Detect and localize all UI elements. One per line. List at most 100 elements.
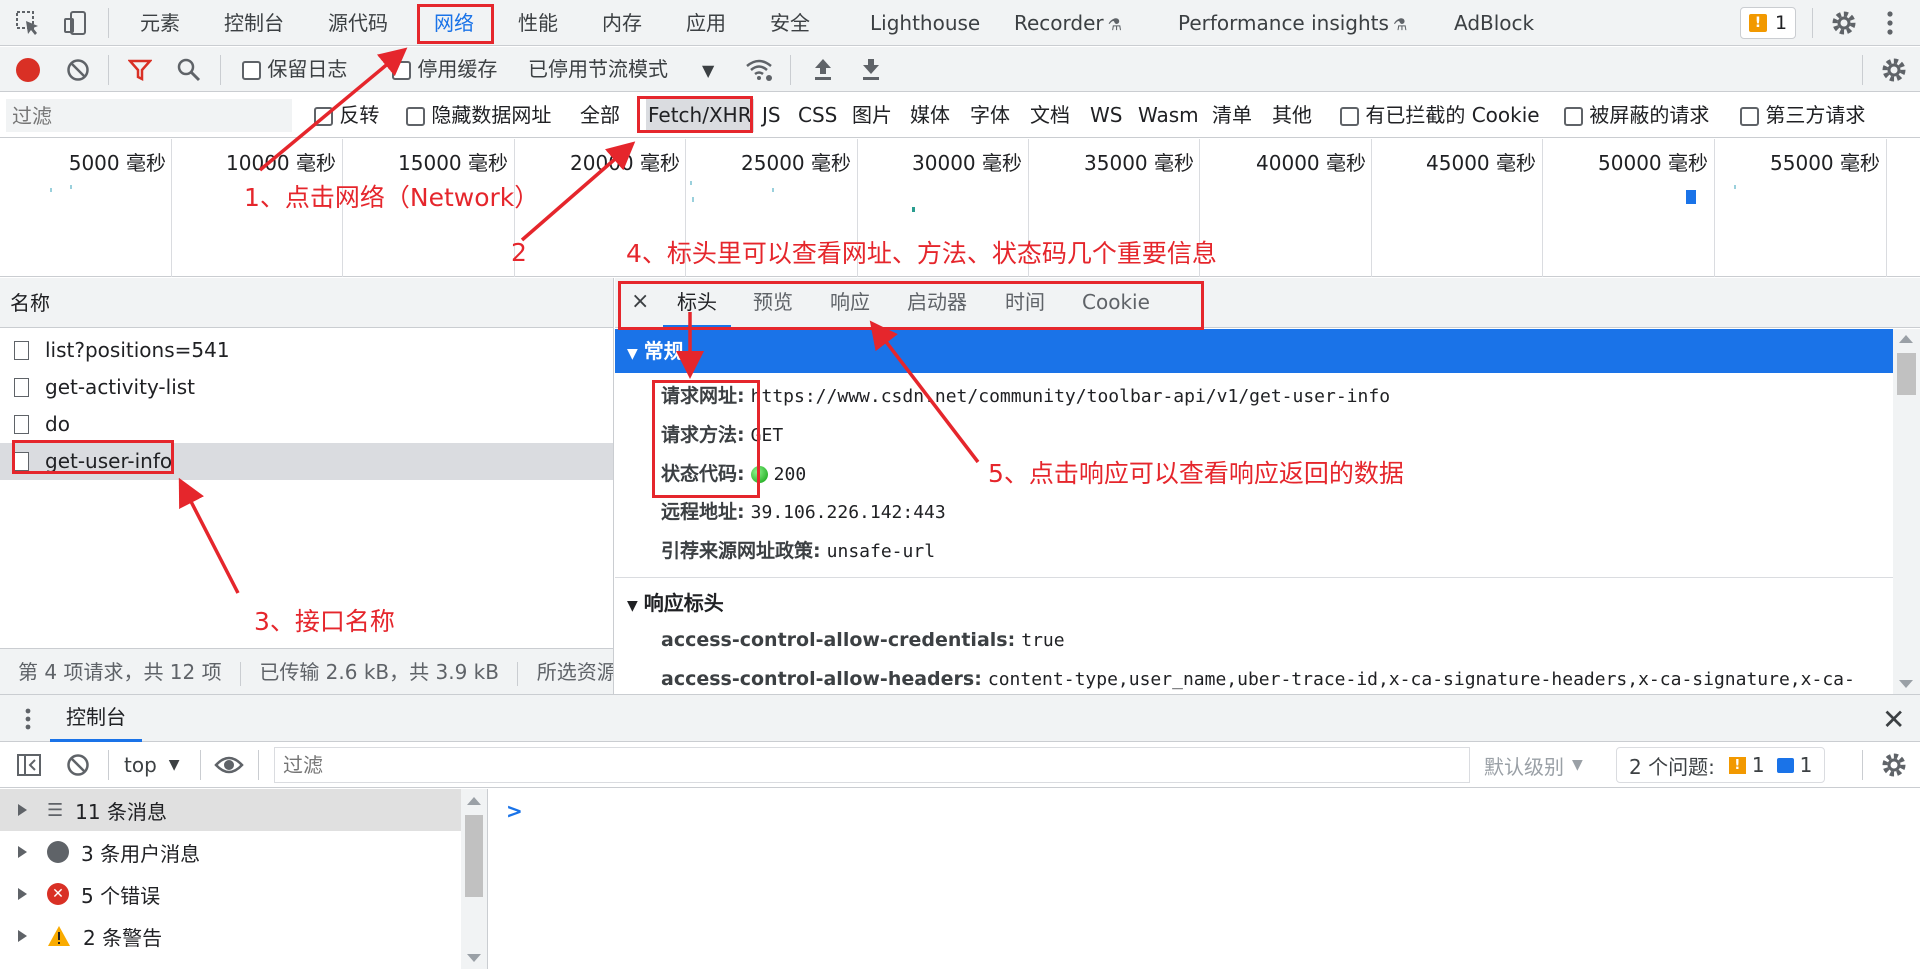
tab-performance-insights[interactable]: Performance insights ⚗ (1178, 0, 1407, 46)
third-party-checkbox[interactable]: 第三方请求 (1740, 93, 1865, 138)
checkbox[interactable] (406, 107, 425, 126)
type-filter-manifest[interactable]: 清单 (1212, 93, 1252, 138)
close-drawer-icon[interactable]: ✕ (1882, 703, 1905, 736)
tab-memory[interactable]: 内存 (602, 0, 642, 46)
type-filter-img[interactable]: 图片 (852, 93, 892, 138)
record-button[interactable] (16, 58, 40, 82)
blocked-cookies-checkbox[interactable]: 有已拦截的 Cookie (1340, 93, 1540, 138)
response-headers-section-header[interactable]: ▼ 响应标头 (615, 581, 1893, 625)
context-select[interactable]: top ▼ (124, 742, 180, 788)
tab-performance[interactable]: 性能 (518, 0, 558, 46)
filter-icon[interactable] (128, 58, 152, 82)
more-options-icon[interactable] (1886, 10, 1894, 36)
clear-console-icon[interactable] (66, 753, 90, 777)
network-settings-gear-icon[interactable] (1880, 56, 1908, 84)
response-header-row: access-control-allow-credentials: true (661, 624, 1065, 656)
tab-console[interactable]: 控制台 (224, 0, 284, 46)
drawer-menu-icon[interactable] (24, 707, 32, 731)
network-filter-row: 反转 隐藏数据网址 全部 Fetch/XHR JS CSS 图片 媒体 字体 文… (0, 93, 1920, 138)
request-row[interactable]: get-activity-list (0, 369, 613, 406)
sidebar-item-messages[interactable]: ☰ 11 条消息 (0, 789, 487, 831)
clear-icon[interactable] (66, 58, 90, 82)
checkbox[interactable] (1740, 107, 1759, 126)
scrollbar-thumb[interactable] (1897, 353, 1916, 395)
import-har-upload-icon[interactable] (812, 57, 834, 81)
inspect-element-icon[interactable] (14, 9, 42, 37)
transferred-status: 已传输 2.6 kB，共 3.9 kB (259, 660, 499, 684)
sidebar-item-errors[interactable]: ✕ 5 个错误 (0, 873, 487, 915)
type-filter-media[interactable]: 媒体 (910, 93, 950, 138)
device-toolbar-icon[interactable] (62, 9, 90, 37)
issues-label: 2 个问题: (1629, 754, 1715, 779)
disable-cache-checkbox[interactable]: 停用缓存 (392, 47, 497, 92)
info-issue-icon (1776, 757, 1794, 773)
search-icon[interactable] (176, 57, 202, 83)
checkbox[interactable] (314, 107, 333, 126)
issues-button[interactable]: 2 个问题: ! 1 1 (1616, 747, 1826, 783)
scroll-up-icon[interactable] (1899, 335, 1913, 343)
tab-adblock[interactable]: AdBlock (1454, 0, 1534, 46)
sidebar-item-warnings[interactable]: 2 条警告 (0, 915, 487, 957)
sidebar-item-label: 5 个错误 (81, 883, 161, 908)
console-prompt[interactable]: > (506, 799, 523, 823)
throttling-select[interactable]: 已停用节流模式 ▼ (528, 47, 714, 92)
checkbox[interactable] (1564, 107, 1583, 126)
annotation-box-request-name (12, 440, 174, 474)
network-conditions-wifi-icon[interactable] (744, 57, 774, 83)
scroll-up-icon[interactable] (467, 797, 481, 805)
timeline-tick-label: 5000 毫秒 (68, 151, 166, 175)
checkbox[interactable] (392, 61, 411, 80)
type-filter-doc[interactable]: 文档 (1030, 93, 1070, 138)
sidebar-item-label: 3 条用户消息 (81, 841, 201, 866)
type-filter-css[interactable]: CSS (798, 93, 837, 138)
type-filter-all[interactable]: 全部 (580, 93, 620, 138)
checkbox[interactable] (242, 61, 261, 80)
console-filter-input[interactable] (274, 747, 1470, 783)
live-expression-eye-icon[interactable] (214, 754, 244, 776)
detail-scrollbar[interactable] (1893, 329, 1920, 694)
timeline-tick-label: 40000 毫秒 (1256, 151, 1366, 175)
tab-application[interactable]: 应用 (686, 0, 726, 46)
preserve-log-label: 保留日志 (267, 57, 348, 81)
issues-badge-button[interactable]: ! 1 (1740, 7, 1797, 39)
blocked-requests-checkbox[interactable]: 被屏蔽的请求 (1564, 93, 1709, 138)
scroll-down-icon[interactable] (467, 954, 481, 962)
issues-count: 1 (1775, 12, 1788, 34)
type-filter-wasm[interactable]: Wasm (1138, 93, 1199, 138)
type-filter-other[interactable]: 其他 (1272, 93, 1312, 138)
general-section-header[interactable]: ▼ 常规 (615, 329, 1893, 373)
sidebar-toggle-icon[interactable] (16, 753, 42, 777)
list-icon: ☰ (47, 799, 64, 821)
expand-arrow-icon (18, 888, 27, 900)
header-value: content-type,user_name,uber-trace-id,x-c… (987, 669, 1855, 690)
tab-elements[interactable]: 元素 (140, 0, 180, 46)
sidebar-item-user-messages[interactable]: 3 条用户消息 (0, 831, 487, 873)
type-filter-font[interactable]: 字体 (970, 93, 1010, 138)
drawer-tab-console[interactable]: 控制台 (50, 695, 142, 742)
tab-recorder[interactable]: Recorder ⚗ (1014, 0, 1122, 46)
request-row[interactable]: list?positions=541 (0, 332, 613, 369)
scrollbar-thumb[interactable] (465, 815, 483, 897)
console-settings-gear-icon[interactable] (1880, 751, 1908, 779)
request-row[interactable]: do (0, 406, 613, 443)
general-section-title: 常规 (643, 339, 684, 363)
tab-security[interactable]: 安全 (770, 0, 810, 46)
hide-data-urls-checkbox[interactable]: 隐藏数据网址 (406, 93, 551, 138)
invert-checkbox[interactable]: 反转 (314, 93, 379, 138)
scroll-down-icon[interactable] (1899, 680, 1913, 688)
preserve-log-checkbox[interactable]: 保留日志 (242, 47, 347, 92)
disable-cache-label: 停用缓存 (417, 57, 498, 81)
tab-sources[interactable]: 源代码 (328, 0, 388, 46)
filter-input[interactable] (6, 99, 292, 132)
settings-gear-icon[interactable] (1830, 9, 1858, 37)
sidebar-scrollbar[interactable] (461, 789, 487, 969)
type-filter-ws[interactable]: WS (1090, 93, 1122, 138)
name-column-header[interactable]: 名称 (0, 278, 613, 328)
flask-icon: ⚗ (1107, 15, 1122, 34)
tab-lighthouse[interactable]: Lighthouse (870, 0, 980, 46)
log-level-select[interactable]: 默认级别 ▼ (1484, 742, 1583, 788)
type-filter-js[interactable]: JS (762, 93, 781, 138)
export-har-download-icon[interactable] (860, 57, 882, 81)
checkbox[interactable] (1340, 107, 1359, 126)
timeline-tick-label: 15000 毫秒 (398, 151, 508, 175)
